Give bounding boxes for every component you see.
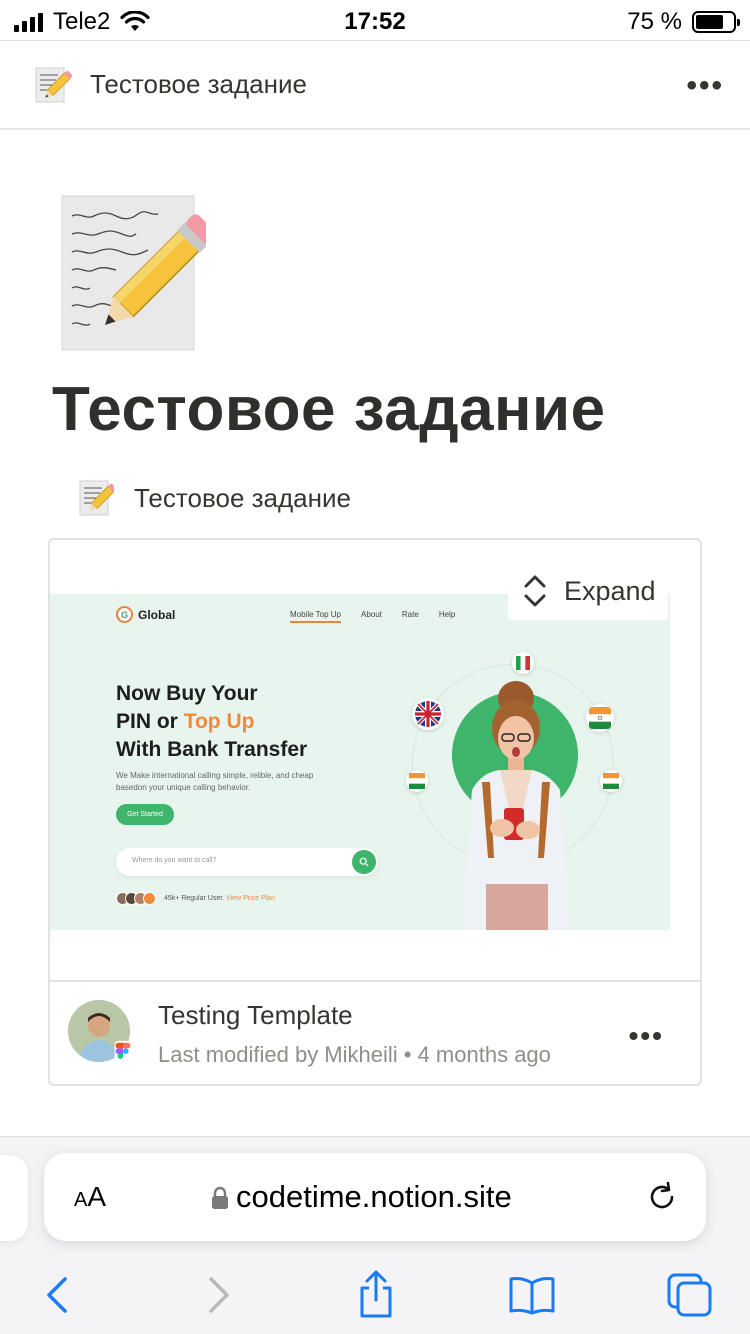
embed-title: Testing Template bbox=[158, 1000, 353, 1030]
description-line: We Make international calling simple, re… bbox=[116, 771, 314, 780]
figma-embed-card[interactable]: G Global Mobile Top Up About Rate Help N… bbox=[48, 538, 702, 1086]
nav-item: Mobile Top Up bbox=[290, 610, 341, 623]
share-button[interactable] bbox=[350, 1269, 402, 1321]
safari-toolbar bbox=[0, 1265, 750, 1325]
text-size-button[interactable]: AA bbox=[74, 1181, 106, 1213]
url-text: codetime.notion.site bbox=[236, 1179, 512, 1214]
page-memo-icon[interactable] bbox=[50, 192, 206, 352]
description-line: basedon your unique calling behavior. bbox=[116, 783, 251, 792]
headline-highlight: Top Up bbox=[183, 710, 255, 733]
forward-button[interactable] bbox=[192, 1269, 244, 1321]
get-started-button: Get Started bbox=[116, 804, 174, 825]
landing-search: Where do you want to call? bbox=[116, 848, 378, 876]
headline-text: PIN or bbox=[116, 710, 184, 733]
tabs-icon bbox=[667, 1273, 712, 1317]
user-avatars bbox=[116, 892, 156, 905]
aa-small: A bbox=[74, 1189, 88, 1211]
logo-icon: G bbox=[116, 606, 133, 623]
landing-logo: G Global bbox=[116, 606, 175, 623]
embed-more-button[interactable]: ••• bbox=[629, 1020, 664, 1052]
page-title: Тестовое задание bbox=[52, 375, 606, 444]
battery-icon bbox=[692, 11, 740, 33]
nav-item: About bbox=[361, 610, 382, 619]
headline-line: PIN or Top Up bbox=[116, 708, 376, 736]
chevron-right-icon bbox=[209, 1277, 229, 1313]
search-icon bbox=[352, 850, 376, 874]
embed-footer[interactable]: Testing Template Last modified by Mikhei… bbox=[50, 982, 700, 1084]
share-icon bbox=[360, 1270, 392, 1318]
expand-button[interactable]: Expand bbox=[508, 562, 668, 620]
address-bar[interactable]: AA codetime.notion.site bbox=[44, 1153, 706, 1241]
nav-item: Rate bbox=[401, 610, 419, 619]
more-options-button[interactable]: ••• bbox=[686, 69, 724, 103]
book-icon bbox=[509, 1277, 555, 1315]
bookmarks-button[interactable] bbox=[506, 1269, 558, 1321]
subpage-link[interactable]: Тестовое задание bbox=[78, 478, 351, 518]
memo-icon bbox=[79, 480, 114, 516]
landing-description: We Make international calling simple, re… bbox=[116, 770, 326, 794]
status-bar: Tele2 17:52 75 % bbox=[0, 0, 750, 40]
logo-text: Global bbox=[138, 607, 176, 622]
landing-nav: Mobile Top Up About Rate Help bbox=[290, 610, 455, 623]
expand-chevrons-icon bbox=[524, 575, 546, 607]
embed-last-modified: Last modified by Mikheili • 4 months ago bbox=[158, 1042, 551, 1067]
landing-page-preview: G Global Mobile Top Up About Rate Help N… bbox=[50, 594, 670, 930]
landing-headline: Now Buy Your PIN or Top Up With Bank Tra… bbox=[116, 680, 376, 764]
users-count: 45k+ Regular User. bbox=[164, 895, 225, 902]
memo-icon[interactable] bbox=[32, 65, 72, 105]
india-flag-icon bbox=[586, 704, 614, 732]
headline-line: Now Buy Your bbox=[116, 682, 258, 705]
nav-item: Help bbox=[438, 610, 456, 619]
price-plan-link: View Price Plan bbox=[226, 895, 275, 902]
landing-users: 45k+ Regular User. View Price Plan bbox=[116, 892, 275, 905]
safari-bottom-bar: AA codetime.notion.site bbox=[0, 1136, 750, 1334]
aa-large: A bbox=[87, 1181, 107, 1212]
previous-tab-peek[interactable] bbox=[0, 1155, 28, 1241]
india-flag-icon bbox=[406, 770, 428, 792]
india-flag-icon bbox=[600, 770, 622, 792]
tabs-button[interactable] bbox=[664, 1269, 716, 1321]
woman-with-phone-image bbox=[462, 681, 570, 930]
search-placeholder: Where do you want to call? bbox=[132, 857, 217, 864]
uk-flag-icon bbox=[412, 698, 444, 730]
reload-icon[interactable] bbox=[644, 1179, 680, 1215]
back-button[interactable] bbox=[32, 1269, 84, 1321]
notion-header: Тестовое задание ••• bbox=[0, 40, 750, 130]
subpage-label: Тестовое задание bbox=[134, 482, 351, 513]
figma-icon bbox=[114, 1040, 132, 1068]
header-page-title[interactable]: Тестовое задание bbox=[90, 69, 307, 100]
embed-preview[interactable]: G Global Mobile Top Up About Rate Help N… bbox=[50, 540, 700, 982]
italy-flag-icon bbox=[512, 652, 534, 674]
battery-percent: 75 % bbox=[627, 8, 682, 35]
lock-icon bbox=[212, 1186, 228, 1209]
chevron-left-icon bbox=[47, 1277, 67, 1313]
headline-line: With Bank Transfer bbox=[116, 738, 308, 761]
expand-label: Expand bbox=[564, 575, 656, 606]
